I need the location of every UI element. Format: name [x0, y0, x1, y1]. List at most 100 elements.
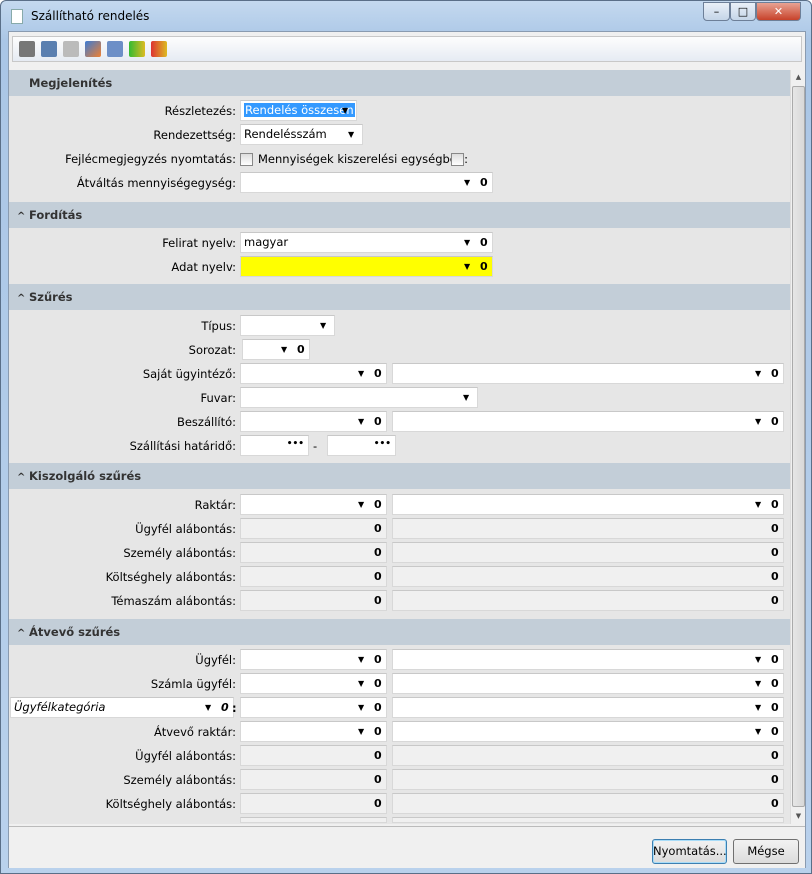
database-load-icon[interactable]: [129, 41, 145, 57]
collapse-icon[interactable]: ^: [17, 621, 29, 647]
dropdown-arrow-icon[interactable]: ▼: [358, 722, 364, 741]
scroll-thumb[interactable]: [792, 86, 805, 807]
combo-field[interactable]: ▼ 0: [240, 494, 387, 515]
dropdown-arrow-icon[interactable]: ▼: [358, 650, 364, 669]
maximize-button[interactable]: □: [730, 2, 756, 21]
combo-field[interactable]: ▼ 0: [240, 363, 387, 384]
attachment-icon[interactable]: 0: [771, 722, 779, 741]
scroll-down-icon[interactable]: ▼: [791, 809, 806, 824]
minimize-button[interactable]: –: [703, 2, 730, 21]
attachment-icon[interactable]: 0: [374, 364, 382, 383]
mennyisegek-checkbox[interactable]: [451, 153, 464, 166]
attachment-icon[interactable]: 0: [771, 495, 779, 514]
combo-field-2[interactable]: ▼ 0: [392, 363, 784, 384]
combo-field[interactable]: ▼ 0: [240, 721, 387, 742]
attachment-icon[interactable]: 0: [374, 698, 382, 717]
attachment-icon[interactable]: 0: [374, 770, 382, 789]
dropdown-arrow-icon[interactable]: ▼: [463, 388, 469, 407]
attachment-icon[interactable]: 0: [374, 722, 382, 741]
hatarido-from-field[interactable]: •••: [240, 435, 309, 456]
dropdown-arrow-icon[interactable]: ▼: [358, 674, 364, 693]
collapse-icon[interactable]: ^: [17, 204, 29, 230]
fuvar-select[interactable]: ▼: [240, 387, 478, 408]
close-button[interactable]: ✕: [756, 2, 801, 21]
attachment-icon[interactable]: 0: [374, 674, 382, 693]
vertical-scrollbar[interactable]: ▲ ▼: [790, 70, 805, 824]
dropdown-arrow-icon[interactable]: ▼: [755, 722, 761, 741]
attachment-icon[interactable]: 0: [221, 698, 229, 717]
attachment-icon[interactable]: 0: [771, 543, 779, 562]
attachment-icon[interactable]: 0: [374, 495, 382, 514]
dropdown-arrow-icon[interactable]: ▼: [348, 125, 354, 144]
section-forditas[interactable]: ^ Fordítás: [9, 202, 790, 228]
dropdown-arrow-icon[interactable]: ▼: [755, 495, 761, 514]
edit-icon[interactable]: [85, 41, 101, 57]
ugyfelkategoria-select[interactable]: Ügyfélkategória ▼ 0: [10, 697, 234, 718]
attachment-icon[interactable]: 0: [771, 698, 779, 717]
attachment-icon[interactable]: 0: [771, 364, 779, 383]
dropdown-arrow-icon[interactable]: ▼: [464, 233, 470, 252]
attachment-icon[interactable]: 0: [374, 650, 382, 669]
dropdown-arrow-icon[interactable]: ▼: [464, 257, 470, 276]
date-picker-icon[interactable]: •••: [287, 436, 304, 453]
attachment-icon[interactable]: 0: [771, 674, 779, 693]
database-save-icon[interactable]: [151, 41, 167, 57]
dropdown-arrow-icon[interactable]: ▼: [464, 173, 470, 192]
sorozat-select[interactable]: ▼ 0: [242, 339, 310, 360]
attachment-icon[interactable]: 0: [771, 567, 779, 586]
reszletezes-select[interactable]: Rendelés összesen ▼: [240, 100, 357, 121]
attachment-icon[interactable]: 0: [771, 650, 779, 669]
copy-icon[interactable]: [63, 41, 79, 57]
print-preview-icon[interactable]: [41, 41, 57, 57]
attachment-icon[interactable]: 0: [374, 567, 382, 586]
attachment-icon[interactable]: 0: [374, 412, 382, 431]
dropdown-arrow-icon[interactable]: ▼: [205, 698, 211, 717]
attachment-icon[interactable]: 0: [480, 257, 488, 276]
hatarido-to-field[interactable]: •••: [327, 435, 396, 456]
attachment-icon[interactable]: 0: [374, 746, 382, 765]
collapse-icon[interactable]: ^: [17, 465, 29, 491]
adat-nyelv-select[interactable]: ▼ 0: [240, 256, 493, 277]
dropdown-arrow-icon[interactable]: ▼: [755, 650, 761, 669]
attachment-icon[interactable]: 0: [771, 412, 779, 431]
attachment-icon[interactable]: 0: [374, 591, 382, 610]
attachment-icon[interactable]: 0: [771, 746, 779, 765]
printer-icon[interactable]: [19, 41, 35, 57]
calculator-icon[interactable]: [107, 41, 123, 57]
combo-field-2[interactable]: ▼ 0: [392, 411, 784, 432]
attachment-icon[interactable]: 0: [374, 519, 382, 538]
attachment-icon[interactable]: 0: [297, 340, 305, 359]
atvaltas-select[interactable]: ▼ 0: [240, 172, 493, 193]
dropdown-arrow-icon[interactable]: ▼: [358, 495, 364, 514]
tipus-select[interactable]: ▼: [240, 315, 335, 336]
date-picker-icon[interactable]: •••: [374, 436, 391, 453]
combo-field-2[interactable]: ▼ 0: [392, 494, 784, 515]
attachment-icon[interactable]: 0: [771, 591, 779, 610]
dropdown-arrow-icon[interactable]: ▼: [755, 698, 761, 717]
attachment-icon[interactable]: 0: [374, 794, 382, 813]
dropdown-arrow-icon[interactable]: ▼: [342, 101, 348, 120]
dropdown-arrow-icon[interactable]: ▼: [358, 698, 364, 717]
combo-field-2[interactable]: ▼ 0: [392, 721, 784, 742]
attachment-icon[interactable]: 0: [480, 233, 488, 252]
attachment-icon[interactable]: 0: [771, 770, 779, 789]
section-atvevo-szures[interactable]: ^ Átvevő szűrés: [9, 619, 790, 645]
dropdown-arrow-icon[interactable]: ▼: [755, 364, 761, 383]
combo-field-2[interactable]: ▼ 0: [392, 649, 784, 670]
combo-field[interactable]: ▼ 0: [240, 697, 387, 718]
print-button[interactable]: Nyomtatás...: [652, 839, 727, 864]
attachment-icon[interactable]: 0: [771, 519, 779, 538]
cancel-button[interactable]: Mégse: [733, 839, 799, 864]
attachment-icon[interactable]: 0: [480, 173, 488, 192]
rendezettseg-select[interactable]: Rendelésszám ▼: [240, 124, 363, 145]
dropdown-arrow-icon[interactable]: ▼: [281, 340, 287, 359]
dropdown-arrow-icon[interactable]: ▼: [358, 364, 364, 383]
combo-field[interactable]: ▼ 0: [240, 411, 387, 432]
felirat-nyelv-select[interactable]: magyar ▼ 0: [240, 232, 493, 253]
dropdown-arrow-icon[interactable]: ▼: [755, 412, 761, 431]
dropdown-arrow-icon[interactable]: ▼: [755, 674, 761, 693]
fejlec-checkbox[interactable]: [240, 153, 253, 166]
dropdown-arrow-icon[interactable]: ▼: [358, 412, 364, 431]
combo-field-2[interactable]: ▼ 0: [392, 673, 784, 694]
attachment-icon[interactable]: 0: [374, 543, 382, 562]
